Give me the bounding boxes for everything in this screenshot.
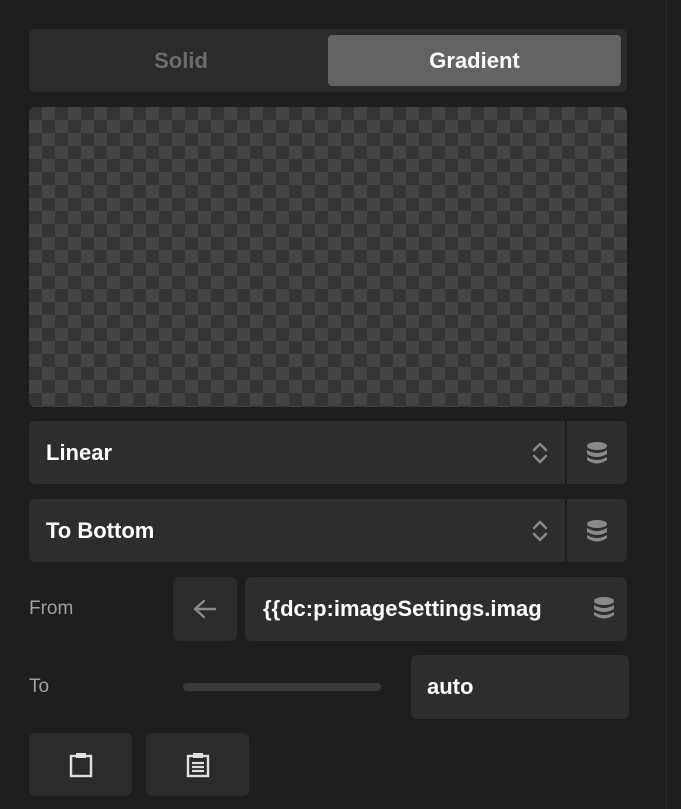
from-label: From: [29, 598, 74, 619]
paste-button[interactable]: [146, 733, 249, 796]
chevron-up-down-icon: [532, 520, 548, 542]
to-label: To: [29, 676, 50, 697]
gradient-direction-dynamic-data-button[interactable]: [567, 499, 627, 562]
database-icon: [587, 441, 607, 463]
gradient-type-select[interactable]: Linear: [29, 421, 565, 484]
database-icon[interactable]: [593, 596, 615, 620]
solid-tab[interactable]: Solid: [35, 35, 327, 86]
panel-divider: [666, 0, 667, 809]
gradient-direction-value: To Bottom: [46, 517, 155, 543]
chevron-up-down-icon: [532, 442, 548, 464]
to-value: auto: [427, 674, 474, 699]
clipboard-list-icon: [186, 752, 209, 777]
arrow-left-icon: [193, 599, 217, 619]
gradient-type-dynamic-data-button[interactable]: [567, 421, 627, 484]
to-input[interactable]: auto: [411, 655, 629, 719]
gradient-tab[interactable]: Gradient: [328, 35, 621, 86]
gradient-preview: [29, 107, 627, 407]
database-icon: [587, 519, 607, 541]
gradient-direction-select[interactable]: To Bottom: [29, 499, 565, 562]
clipboard-icon: [69, 752, 92, 777]
copy-button[interactable]: [29, 733, 132, 796]
from-arrow-button[interactable]: [173, 577, 237, 641]
gradient-type-value: Linear: [46, 439, 113, 465]
to-slider[interactable]: [183, 683, 381, 691]
from-input[interactable]: {{dc:p:imageSettings.imag: [245, 577, 627, 641]
from-value: {{dc:p:imageSettings.imag: [263, 596, 542, 621]
fill-type-toggle: Solid Gradient: [29, 29, 627, 92]
